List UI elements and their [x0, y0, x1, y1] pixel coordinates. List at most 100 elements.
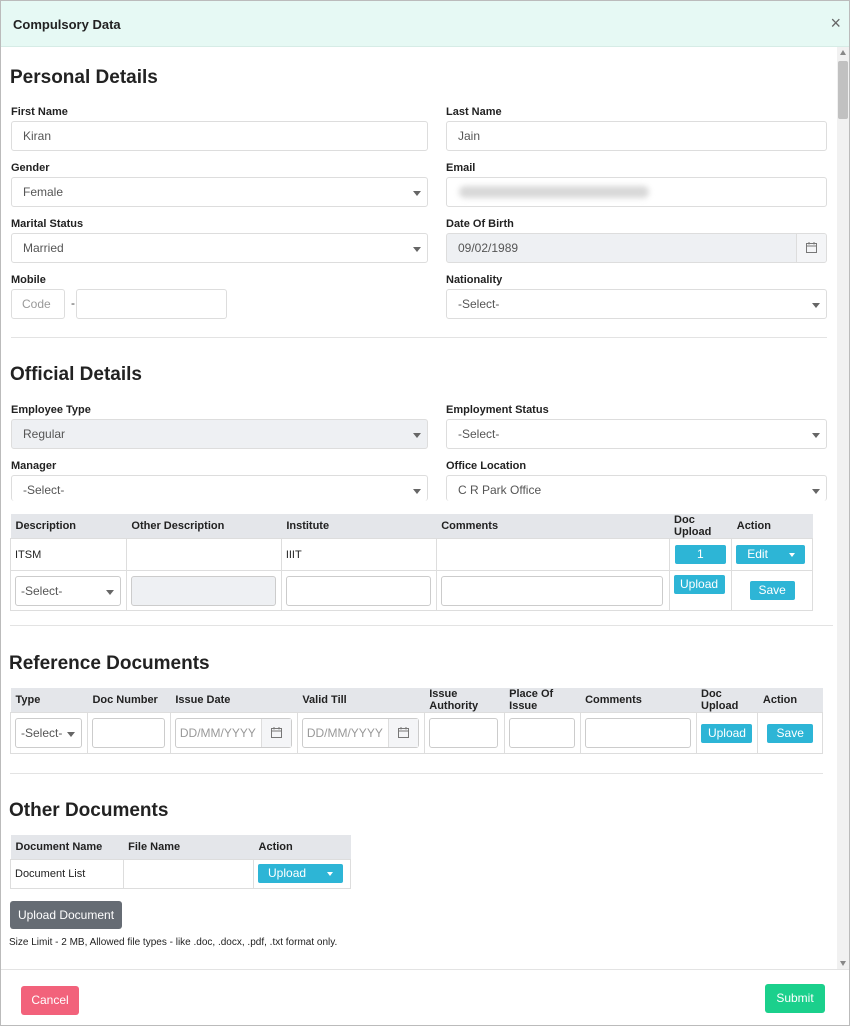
- file-name-cell: [122, 858, 255, 889]
- chevron-down-icon: [106, 589, 114, 595]
- other-description-cell: [125, 538, 282, 571]
- reference-documents-table: Type Doc Number Issue Date Valid Till Is…: [10, 688, 823, 754]
- column-header: Doc Number: [87, 688, 171, 713]
- table-header-row: Type Doc Number Issue Date Valid Till Is…: [10, 688, 823, 713]
- column-header: Issue Date: [170, 688, 298, 713]
- chevron-down-icon: [413, 191, 421, 196]
- comments-input[interactable]: [584, 718, 691, 748]
- valid-till-placeholder: DD/MM/YYYY: [306, 726, 383, 740]
- manager-select[interactable]: -Select-: [11, 475, 428, 501]
- office-location-select[interactable]: C R Park Office: [446, 475, 827, 501]
- mobile-code-input[interactable]: Code: [11, 289, 65, 319]
- column-header: Issue Authority: [424, 688, 505, 713]
- type-select[interactable]: -Select-: [15, 718, 82, 748]
- table-row: Document List Upload: [10, 858, 351, 889]
- last-name-input[interactable]: Jain: [446, 121, 827, 151]
- other-description-input[interactable]: [130, 575, 276, 606]
- employee-type-label: Employee Type: [11, 404, 91, 416]
- first-name-input[interactable]: Kiran: [11, 121, 428, 151]
- issue-date-input[interactable]: DD/MM/YYYY: [174, 718, 292, 748]
- column-header: File Name: [123, 835, 254, 859]
- divider: [10, 625, 833, 626]
- divider: [10, 773, 823, 774]
- nationality-select[interactable]: -Select-: [446, 289, 827, 319]
- column-header: Action: [253, 835, 351, 859]
- upload-button[interactable]: Upload: [701, 723, 753, 743]
- scroll-up-icon[interactable]: [840, 50, 846, 55]
- column-header: Doc Upload: [669, 514, 732, 539]
- email-label: Email: [446, 162, 476, 174]
- employment-status-select[interactable]: -Select-: [446, 419, 827, 449]
- gender-value: Female: [23, 185, 64, 199]
- calendar-icon[interactable]: [387, 719, 418, 747]
- description-select[interactable]: -Select-: [15, 575, 121, 606]
- modal-body[interactable]: Personal Details First Name Kiran Last N…: [1, 47, 849, 969]
- chevron-down-icon: [812, 303, 820, 308]
- office-location-label: Office Location: [446, 460, 527, 472]
- scroll-down-icon[interactable]: [840, 961, 846, 966]
- document-name-cell: Document List: [10, 858, 124, 889]
- column-header: Type: [10, 688, 88, 713]
- personal-details-heading: Personal Details: [10, 67, 158, 88]
- table-header-row: Description Other Description Institute …: [10, 514, 813, 539]
- modal-title: Compulsory Data: [13, 17, 121, 32]
- submit-button[interactable]: Submit: [765, 984, 825, 1013]
- scrollbar-thumb[interactable]: [838, 61, 848, 119]
- nationality-label: Nationality: [446, 274, 503, 286]
- official-details-heading: Official Details: [10, 364, 142, 385]
- save-button[interactable]: Save: [749, 581, 795, 600]
- place-of-issue-input[interactable]: [508, 718, 575, 748]
- email-value-redacted: [459, 186, 649, 198]
- doc-number-input[interactable]: [91, 718, 165, 748]
- edit-dropdown-button[interactable]: Edit: [736, 545, 806, 564]
- scrollbar[interactable]: [837, 47, 849, 969]
- save-button[interactable]: Save: [767, 723, 814, 743]
- last-name-label: Last Name: [446, 106, 502, 118]
- description-cell: ITSM: [10, 538, 127, 571]
- dob-input[interactable]: 09/02/1989: [446, 233, 827, 263]
- first-name-label: First Name: [11, 106, 68, 118]
- modal-header: Compulsory Data ×: [1, 1, 849, 47]
- calendar-icon[interactable]: [260, 719, 291, 747]
- marital-status-select[interactable]: Married: [11, 233, 428, 263]
- doc-count-button[interactable]: 1: [674, 545, 726, 564]
- mobile-label: Mobile: [11, 274, 46, 286]
- gender-label: Gender: [11, 162, 50, 174]
- cancel-button[interactable]: Cancel: [21, 986, 79, 1015]
- manager-label: Manager: [11, 460, 57, 472]
- table-header-row: Document Name File Name Action: [10, 835, 351, 859]
- other-documents-heading: Other Documents: [9, 800, 169, 821]
- column-header: Institute: [281, 514, 437, 539]
- edit-label: Edit: [747, 547, 768, 561]
- gender-select[interactable]: Female: [11, 177, 428, 207]
- manager-value: -Select-: [23, 483, 65, 497]
- issue-date-placeholder: DD/MM/YYYY: [179, 726, 256, 740]
- email-input[interactable]: [446, 177, 827, 207]
- chevron-down-icon: [413, 489, 421, 494]
- office-location-value: C R Park Office: [458, 483, 542, 497]
- mobile-dash: -: [71, 296, 75, 310]
- column-header: Description: [10, 514, 127, 539]
- employee-type-value: Regular: [23, 427, 66, 441]
- issue-authority-input[interactable]: [428, 718, 498, 748]
- upload-document-button[interactable]: Upload Document: [10, 901, 122, 929]
- upload-button[interactable]: Upload: [673, 575, 725, 594]
- column-header: Action: [757, 688, 823, 713]
- mobile-number-input[interactable]: [76, 289, 227, 319]
- chevron-down-icon: [67, 732, 75, 737]
- column-header: Action: [731, 514, 813, 539]
- column-header: Doc Upload: [696, 688, 758, 713]
- column-header: Comments: [580, 688, 697, 713]
- valid-till-input[interactable]: DD/MM/YYYY: [301, 718, 419, 748]
- upload-dropdown-button[interactable]: Upload: [258, 864, 344, 883]
- close-icon[interactable]: ×: [830, 14, 841, 32]
- description-select-value: -Select-: [21, 583, 63, 598]
- calendar-icon[interactable]: [796, 234, 826, 262]
- employment-status-label: Employment Status: [446, 404, 549, 416]
- compulsory-data-modal: Compulsory Data × Personal Details First…: [0, 0, 850, 1026]
- table-row-new: -Select- Upload Save: [10, 570, 813, 611]
- divider: [11, 337, 827, 338]
- employee-type-select[interactable]: Regular: [11, 419, 428, 449]
- institute-input[interactable]: [285, 575, 431, 606]
- comments-input[interactable]: [440, 575, 663, 606]
